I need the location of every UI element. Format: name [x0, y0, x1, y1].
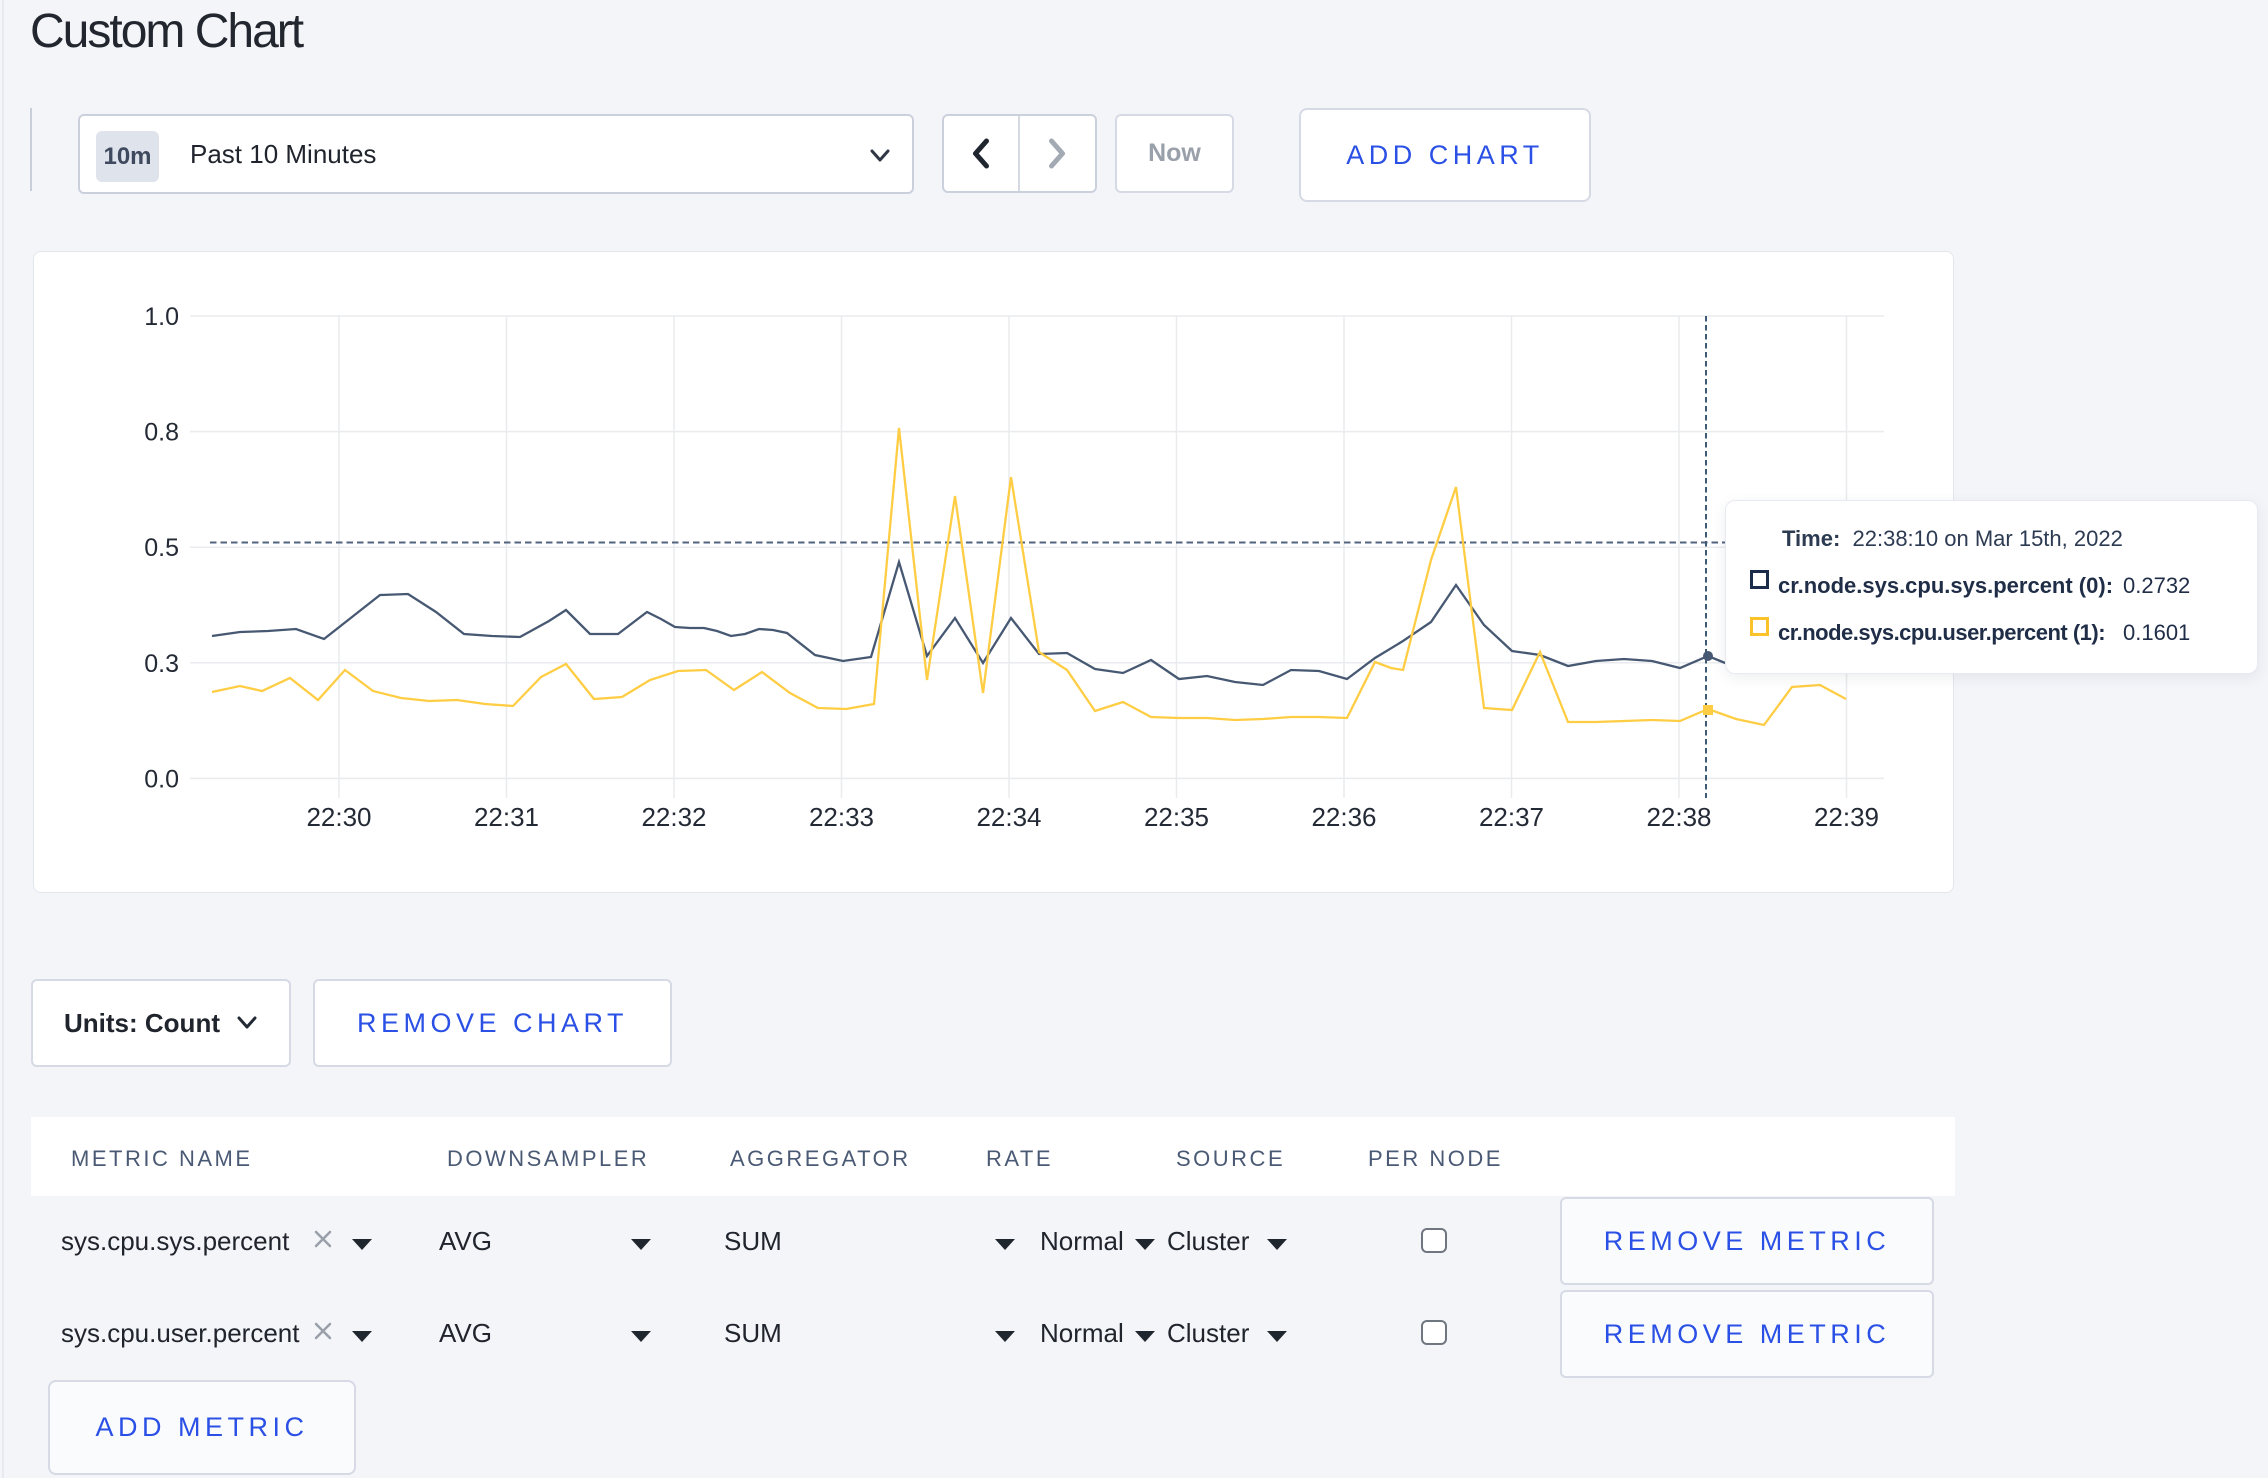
svg-text:22:39: 22:39	[1814, 802, 1879, 832]
svg-text:22:30: 22:30	[306, 802, 371, 832]
svg-text:22:33: 22:33	[809, 802, 874, 832]
svg-text:22:36: 22:36	[1311, 802, 1376, 832]
svg-text:22:31: 22:31	[474, 802, 539, 832]
svg-text:22:37: 22:37	[1479, 802, 1544, 832]
svg-text:22:35: 22:35	[1144, 802, 1209, 832]
svg-text:1.0: 1.0	[144, 303, 179, 331]
svg-text:22:32: 22:32	[641, 802, 706, 832]
svg-text:0.5: 0.5	[144, 534, 179, 562]
svg-text:0.8: 0.8	[144, 419, 179, 447]
svg-text:22:34: 22:34	[976, 802, 1041, 832]
svg-text:22:38: 22:38	[1646, 802, 1711, 832]
svg-text:0.3: 0.3	[144, 650, 179, 678]
svg-text:0.0: 0.0	[144, 765, 179, 793]
